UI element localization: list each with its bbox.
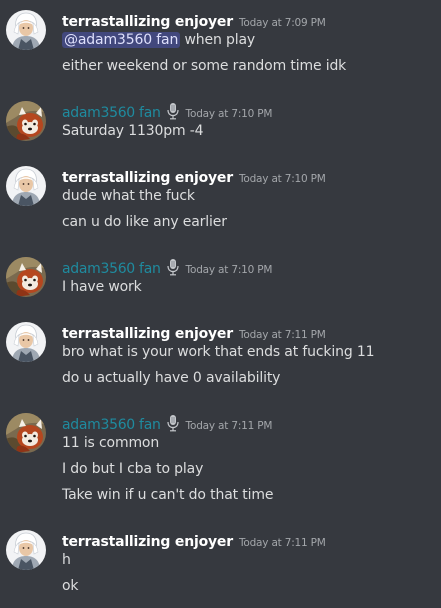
message-line: 11 is common [62, 435, 160, 451]
message-line: h [62, 552, 71, 568]
message-header: adam3560 fan Today at 7:10 PM [62, 258, 272, 278]
message-line: Saturday 1130pm -4 [62, 123, 204, 139]
user-avatar[interactable] [6, 166, 46, 206]
red-panda-avatar-icon [6, 413, 46, 453]
message-timestamp: Today at 7:11 PM [185, 420, 273, 432]
user-avatar[interactable] [6, 530, 46, 570]
red-panda-avatar-icon [6, 257, 46, 297]
message-line: do u actually have 0 availability [62, 370, 281, 386]
message-header: adam3560 fan Today at 7:11 PM [62, 414, 272, 434]
author-name[interactable]: adam3560 fan [62, 105, 161, 121]
user-mention[interactable]: @adam3560 fan [62, 32, 181, 48]
red-panda-avatar-icon [6, 101, 46, 141]
author-name[interactable]: adam3560 fan [62, 417, 161, 433]
message-timestamp: Today at 7:11 PM [238, 329, 326, 341]
white-hair-character-avatar-icon [6, 322, 46, 362]
message-line: I do but I cba to play [62, 461, 204, 477]
user-avatar[interactable] [6, 257, 46, 297]
chat-messages: terrastallizing enjoyer Today at 7:09 PM … [0, 0, 441, 608]
message-header: terrastallizing enjoyer Today at 7:11 PM [62, 531, 326, 551]
microphone-icon [166, 102, 180, 120]
message-timestamp: Today at 7:10 PM [185, 264, 273, 276]
author-name[interactable]: terrastallizing enjoyer [62, 170, 233, 186]
user-avatar[interactable] [6, 101, 46, 141]
message-header: adam3560 fan Today at 7:10 PM [62, 102, 272, 122]
message-text: when play [180, 32, 256, 48]
white-hair-character-avatar-icon [6, 10, 46, 50]
message-timestamp: Today at 7:10 PM [185, 108, 273, 120]
message-line: Take win if u can't do that time [62, 487, 274, 503]
user-avatar[interactable] [6, 322, 46, 362]
author-name[interactable]: terrastallizing enjoyer [62, 534, 233, 550]
white-hair-character-avatar-icon [6, 166, 46, 206]
message-line: @adam3560 fan when play [62, 32, 255, 48]
message-timestamp: Today at 7:09 PM [238, 17, 326, 29]
white-hair-character-avatar-icon [6, 530, 46, 570]
microphone-icon [166, 258, 180, 276]
user-avatar[interactable] [6, 10, 46, 50]
message-line: either weekend or some random time idk [62, 58, 347, 74]
author-name[interactable]: adam3560 fan [62, 261, 161, 277]
message-line: can u do like any earlier [62, 214, 227, 230]
user-avatar[interactable] [6, 413, 46, 453]
message-line: bro what is your work that ends at fucki… [62, 344, 375, 360]
message-timestamp: Today at 7:10 PM [238, 173, 326, 185]
message-line: dude what the fuck [62, 188, 195, 204]
microphone-icon [166, 414, 180, 432]
author-name[interactable]: terrastallizing enjoyer [62, 14, 233, 30]
message-line: ok [62, 578, 79, 594]
message-line: I have work [62, 279, 142, 295]
message-header: terrastallizing enjoyer Today at 7:09 PM [62, 11, 326, 31]
message-timestamp: Today at 7:11 PM [238, 537, 326, 549]
message-header: terrastallizing enjoyer Today at 7:10 PM [62, 167, 326, 187]
author-name[interactable]: terrastallizing enjoyer [62, 326, 233, 342]
message-header: terrastallizing enjoyer Today at 7:11 PM [62, 323, 326, 343]
